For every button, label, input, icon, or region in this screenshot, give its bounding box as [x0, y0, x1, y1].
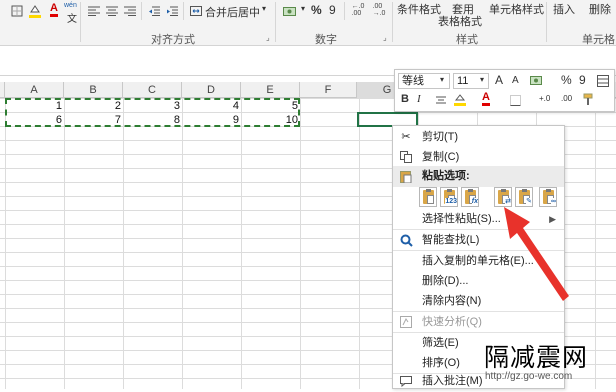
magnifier-icon [399, 233, 413, 247]
scissors-icon: ✂ [401, 130, 411, 143]
currency-format-icon[interactable] [529, 73, 545, 89]
paste-formatting-button[interactable]: ✎ [515, 187, 533, 207]
paste-values-button[interactable]: 123 [440, 187, 458, 207]
fill-color-icon[interactable] [26, 4, 44, 18]
increase-decimal-button[interactable]: +.0 [539, 94, 550, 103]
align-left-icon[interactable] [86, 4, 102, 18]
border-icon[interactable] [8, 4, 26, 18]
chevron-down-icon[interactable]: ▾ [262, 4, 266, 13]
font-color-icon[interactable]: A [46, 3, 62, 17]
shrink-font-button[interactable]: A [512, 75, 519, 86]
menu-item-label: 删除(D)... [422, 275, 469, 287]
currency-format-icon[interactable] [282, 4, 300, 18]
column-header-f[interactable]: F [300, 82, 357, 98]
font-color-button[interactable]: A [482, 92, 490, 106]
chevron-down-icon[interactable]: ▾ [440, 75, 444, 84]
dialog-launcher-icon[interactable]: ⌟ [383, 33, 387, 42]
comma-button[interactable]: 9 [329, 3, 336, 17]
divider [141, 2, 142, 20]
divider [183, 2, 184, 20]
menu-item-label: 复制(C) [422, 151, 460, 163]
phonetic-sub: 文 [67, 14, 77, 25]
cell-style-button[interactable]: 单元格样式 [489, 1, 544, 17]
group-label-number: 数字 [315, 34, 337, 46]
merge-center-label[interactable]: 合并后居中 [205, 4, 260, 20]
percent-button[interactable]: % [311, 3, 322, 17]
merge-center-icon[interactable] [189, 4, 203, 18]
dialog-launcher-icon[interactable]: ⌟ [266, 33, 270, 42]
column-header-c[interactable]: C [123, 82, 182, 98]
decrease-indent-icon[interactable] [146, 4, 162, 18]
divider [275, 2, 276, 42]
chevron-down-icon[interactable]: ▾ [480, 75, 484, 84]
paste-formulas-badge: fx [471, 198, 478, 206]
conditional-format-button[interactable]: 条件格式 [397, 1, 441, 17]
delete-button[interactable]: 删除 [589, 1, 611, 17]
column-header-e[interactable]: E [241, 82, 300, 98]
table-icon[interactable] [595, 73, 611, 89]
paste-formulas-button[interactable]: fx [461, 187, 479, 207]
increase-decimal-icon[interactable]: ←.0.00 [348, 3, 368, 17]
menu-item-copy[interactable]: 复制(C) [393, 147, 564, 168]
fill-color-icon[interactable] [452, 92, 468, 108]
group-label-style: 样式 [456, 34, 478, 46]
annotation-arrow [504, 207, 569, 301]
menu-item-label: 插入批注(M) [422, 375, 483, 387]
menu-item-label: 粘贴选项: [422, 170, 470, 182]
grow-font-button[interactable]: A [495, 73, 503, 87]
paste-button[interactable] [419, 187, 437, 207]
copy-marquee [5, 98, 300, 127]
mini-toolbar: 等线 ▾ 11 ▾ A A % 9 B I A +.0 .00 [394, 69, 615, 112]
menu-item-label: 快速分析(Q) [422, 316, 482, 328]
divider [392, 2, 393, 42]
decrease-decimal-button[interactable]: .00 [561, 94, 572, 103]
percent-button[interactable]: % [561, 73, 572, 87]
bold-button[interactable]: B [401, 93, 409, 105]
divider [80, 2, 81, 42]
group-label-alignment: 对齐方式 [151, 34, 195, 46]
paste-transpose-button[interactable]: ⇄ [494, 187, 512, 207]
italic-button[interactable]: I [417, 93, 421, 105]
align-center-icon[interactable] [104, 4, 120, 18]
menu-item-label: 排序(O) [422, 357, 460, 369]
menu-item-cut[interactable]: ✂ 剪切(T) [393, 127, 564, 148]
format-painter-icon[interactable] [581, 92, 597, 108]
comment-icon [399, 374, 413, 388]
column-header-a[interactable]: A [5, 82, 64, 98]
quick-analysis-icon [399, 315, 413, 329]
paste-link-button[interactable]: ∞ [539, 187, 557, 207]
menu-item-label: 清除内容(N) [422, 295, 482, 307]
comma-button[interactable]: 9 [579, 73, 586, 87]
menu-item-quick-analysis[interactable]: 快速分析(Q) [393, 312, 564, 333]
paste-icon [399, 169, 413, 183]
increase-indent-icon[interactable] [164, 4, 180, 18]
decrease-decimal-icon[interactable]: .00 →.0 [369, 3, 389, 17]
divider [546, 2, 547, 42]
menu-item-label: 选择性粘贴(S)... [422, 213, 501, 225]
column-header-d[interactable]: D [182, 82, 241, 98]
group-label-cells: 单元格 [582, 34, 615, 46]
ribbon: A wén 文 合并后居中 ▾ ▾ % 9 ←.0.00 .00 →.0 条件格式… [0, 0, 616, 46]
menu-item-label: 智能查找(L) [422, 234, 480, 246]
copy-icon [399, 150, 413, 164]
chevron-down-icon[interactable]: ▾ [301, 4, 305, 13]
border-icon[interactable] [507, 92, 523, 108]
paste-options-header: 粘贴选项: [393, 166, 564, 187]
menu-item-label: 剪切(T) [422, 131, 459, 143]
menu-item-label: 筛选(E) [422, 337, 459, 349]
divider [344, 2, 345, 20]
watermark-text: 隔减震网 [484, 345, 589, 372]
align-right-icon[interactable] [122, 4, 138, 18]
column-header-b[interactable]: B [64, 82, 123, 98]
paste-values-badge: 123 [445, 198, 457, 206]
insert-button[interactable]: 插入 [553, 1, 575, 17]
table-format-label-bottom[interactable]: 表格格式 [438, 13, 482, 29]
align-center-icon[interactable] [433, 92, 449, 108]
watermark-url: http://gz.go-we.com [485, 371, 573, 382]
phonetic-label[interactable]: wén [64, 2, 77, 9]
